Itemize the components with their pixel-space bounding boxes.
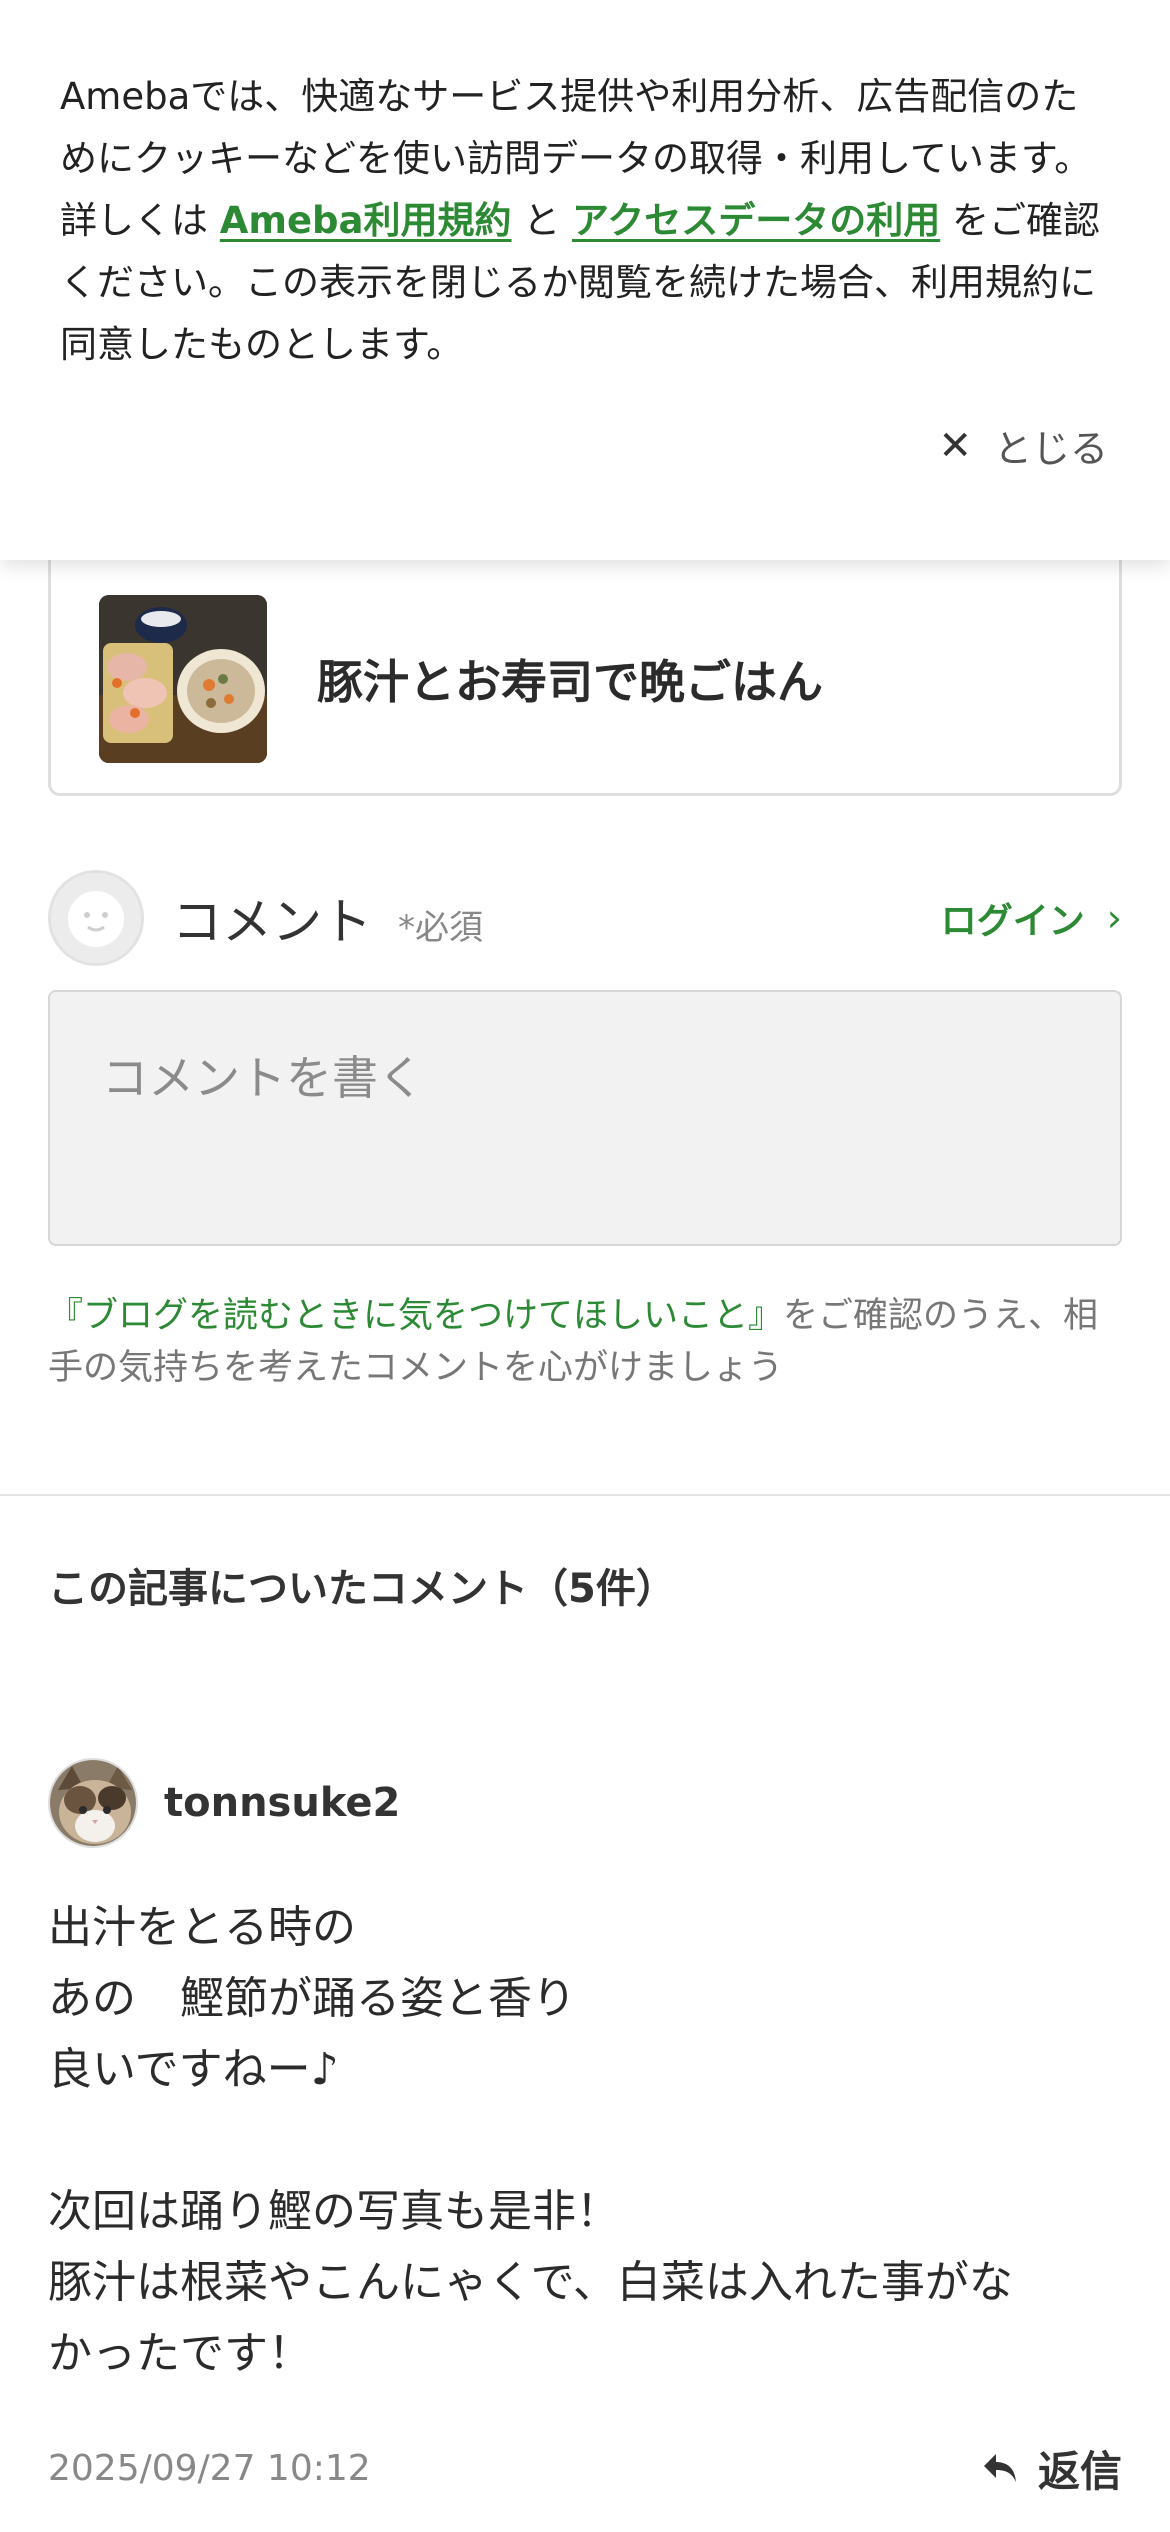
close-icon: ✕ <box>938 422 972 469</box>
comment-text-line: 次回は踊り鰹の写真も是非！ <box>48 2186 620 2237</box>
reply-arrow-icon <box>983 2454 1016 2482</box>
reply-button[interactable]: 返信 <box>982 2438 1122 2499</box>
cookie-close-label: とじる <box>993 427 1108 471</box>
comment-text-line: 出汁をとる時の <box>48 1902 356 1953</box>
comment-author[interactable]: tonnsuke2 <box>48 1758 400 1848</box>
login-label: ログイン <box>940 901 1085 942</box>
access-data-link[interactable]: アクセスデータの利用 <box>572 199 940 242</box>
required-label: *必須 <box>398 907 483 948</box>
comment-timestamp: 2025/09/27 10:12 <box>48 2447 371 2489</box>
ameba-terms-link[interactable]: Ameba利用規約 <box>220 199 512 242</box>
comment-text-line: 豚汁は根菜やこんにゃくで、白菜は入れた事がな <box>48 2257 1013 2308</box>
comment-text-line <box>48 2105 1128 2176</box>
comment-textarea[interactable] <box>48 990 1122 1246</box>
cookie-text-part-2: と <box>511 199 573 242</box>
comment-label: コメント <box>172 893 372 951</box>
article-thumbnail <box>99 594 267 763</box>
comments-heading: この記事についたコメント（5件） <box>48 1566 676 1612</box>
chevron-right-icon: › <box>1106 896 1122 940</box>
cookie-consent-banner: Amebaでは、快適なサービス提供や利用分析、広告配信のためにクッキーなどを使い… <box>0 0 1170 560</box>
comment-text-line: かったです！ <box>48 2328 312 2379</box>
guest-face-icon <box>68 891 124 947</box>
cat-avatar-icon <box>50 1760 136 1846</box>
food-photo-icon <box>99 594 267 763</box>
article-title: 豚汁とお寿司で晩ごはん <box>317 654 823 709</box>
comment-text-line: 良いですねー♪ <box>48 2044 339 2095</box>
login-link[interactable]: ログイン › <box>941 892 1122 944</box>
author-name: tonnsuke2 <box>164 1780 401 1826</box>
cookie-consent-text: Amebaでは、快適なサービス提供や利用分析、広告配信のためにクッキーなどを使い… <box>60 66 1110 376</box>
comment-form-header: コメント *必須 ログイン › <box>48 868 1122 968</box>
reply-label: 返信 <box>1037 2446 1122 2496</box>
cookie-close-button[interactable]: ✕ とじる <box>938 418 1108 473</box>
comment-guideline: 『ブログを読むときに気をつけてほしいこと』をご確認のうえ、相手の気持ちを考えたコ… <box>48 1290 1128 1394</box>
author-avatar[interactable] <box>48 1758 138 1848</box>
blog-guideline-link[interactable]: 『ブログを読むときに気をつけてほしいこと』 <box>48 1296 783 1336</box>
comment-footer: 2025/09/27 10:12 返信 <box>48 2438 1122 2498</box>
comment-text-line: あの 鰹節が踊る姿と香り <box>48 1973 576 2024</box>
section-divider <box>0 1494 1170 1496</box>
comment-body: 出汁をとる時の あの 鰹節が踊る姿と香り 良いですねー♪ 次回は踊り鰹の写真も是… <box>48 1892 1128 2389</box>
guest-avatar <box>48 870 144 966</box>
related-article-card[interactable]: 豚汁とお寿司で晩ごはん <box>48 520 1122 796</box>
